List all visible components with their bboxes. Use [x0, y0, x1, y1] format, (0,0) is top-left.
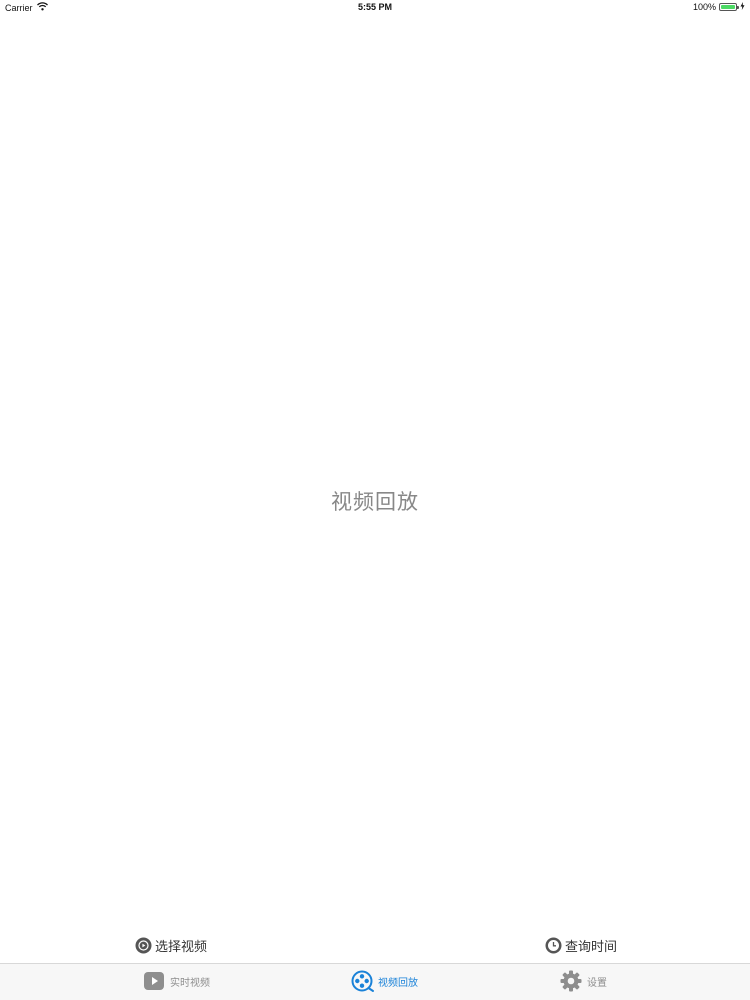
tab-bar: 实时视频 视频回放 设置: [0, 963, 750, 1000]
tab-settings-label: 设置: [587, 977, 607, 989]
select-video-button[interactable]: 选择视频: [135, 936, 207, 955]
film-reel-icon: [351, 970, 374, 992]
query-time-label: 查询时间: [565, 940, 618, 955]
battery-icon: [719, 3, 739, 11]
tab-video-playback-label: 视频回放: [378, 977, 418, 989]
play-square-icon: [143, 970, 165, 992]
battery-fill: [721, 5, 735, 9]
tab-live-video-label: 实时视频: [170, 977, 210, 989]
page-title: 视频回放: [331, 490, 419, 514]
tab-live-video[interactable]: 实时视频: [143, 970, 210, 992]
battery-tip: [737, 6, 739, 9]
app-screen: Carrier 5:55 PM 100% 视频回放 选择视频 查询时间 实时视频…: [0, 0, 750, 1000]
select-video-label: 选择视频: [155, 940, 208, 955]
status-right: 100%: [693, 2, 745, 12]
tab-video-playback[interactable]: 视频回放: [351, 970, 418, 992]
gear-icon: [560, 970, 582, 992]
play-circle-icon: [135, 937, 152, 954]
clock-icon: [545, 937, 562, 954]
query-time-button[interactable]: 查询时间: [545, 936, 617, 955]
charging-icon: [740, 2, 745, 12]
battery-percent: 100%: [692, 2, 716, 12]
status-bar: Carrier 5:55 PM 100%: [0, 0, 750, 16]
tab-settings[interactable]: 设置: [560, 970, 607, 992]
status-time: 5:55 PM: [357, 2, 392, 12]
